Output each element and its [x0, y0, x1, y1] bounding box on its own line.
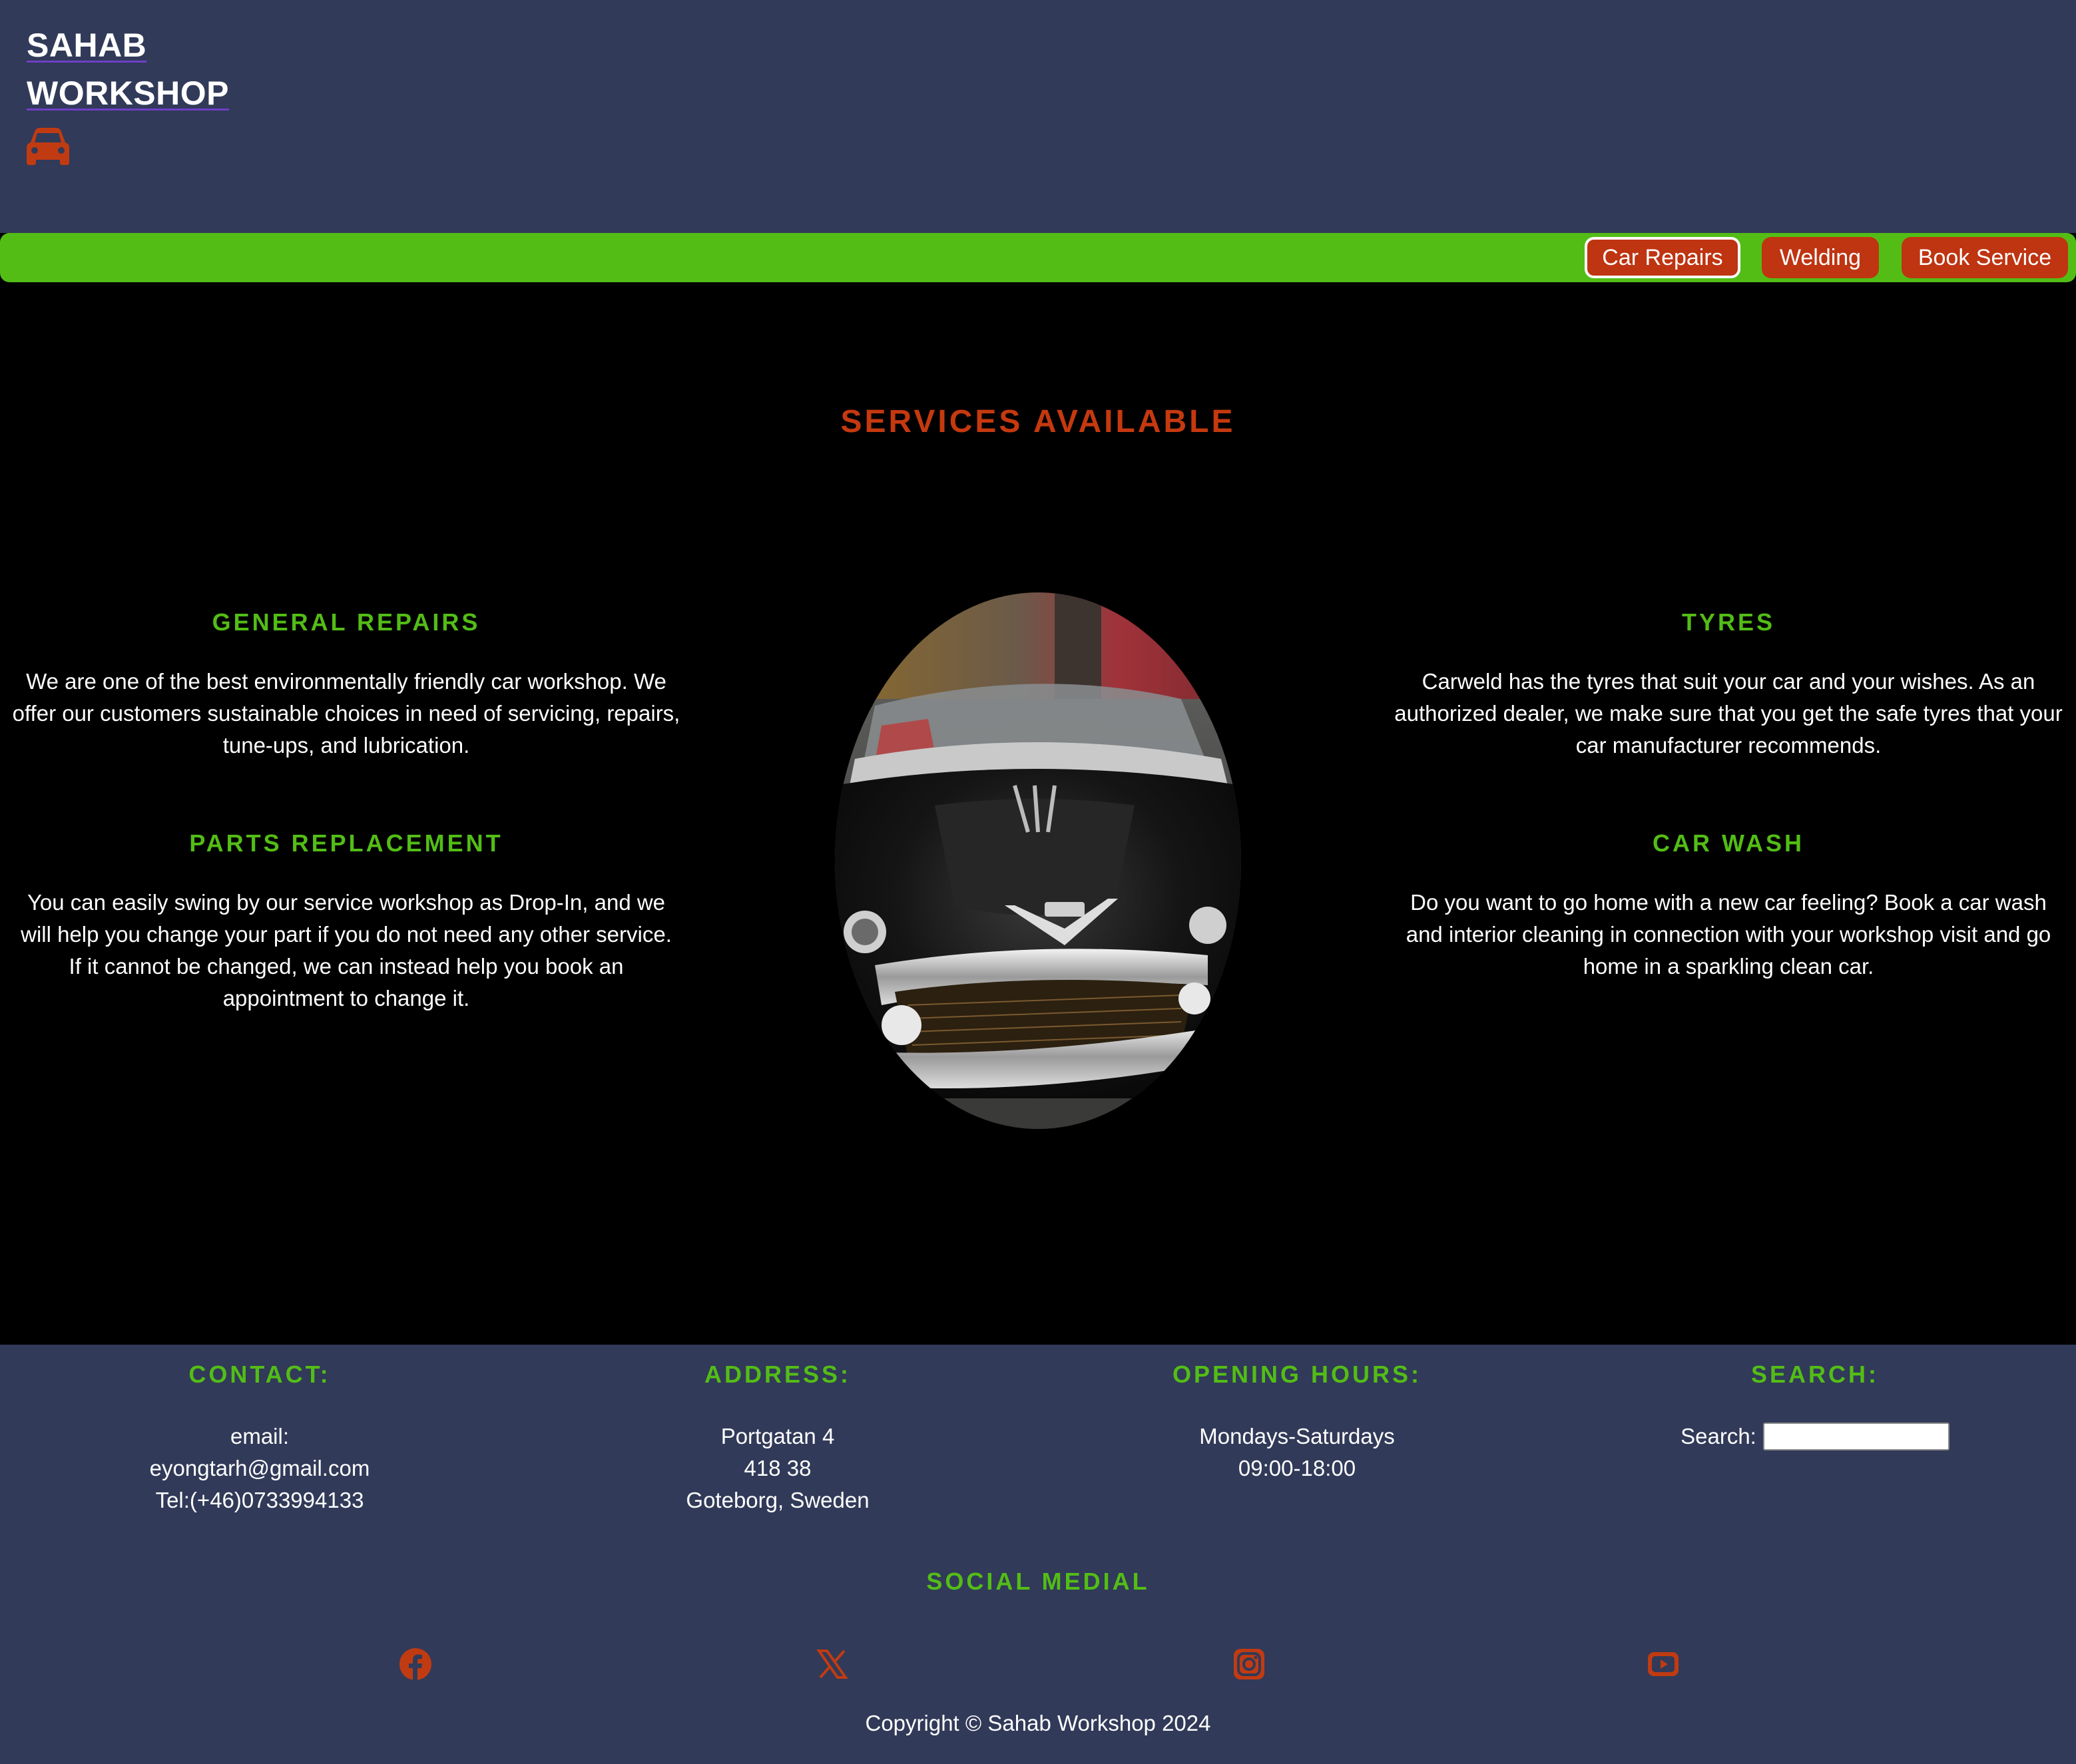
services-title: SERVICES AVAILABLE [840, 404, 1236, 439]
service-car-wash: CAR WASH Do you want to go home with a n… [1394, 829, 2063, 983]
nav-book-service-button[interactable]: Book Service [1902, 237, 2068, 278]
service-heading: TYRES [1681, 608, 1776, 636]
service-description: Do you want to go home with a new car fe… [1406, 890, 2051, 979]
youtube-icon[interactable] [1646, 1647, 1681, 1681]
services-section: SERVICES AVAILABLE GENERAL REPAIRS We ar… [0, 282, 2076, 1345]
contact-email-label: email: [230, 1424, 290, 1448]
car-icon [27, 128, 69, 165]
nav-car-repairs-button[interactable]: Car Repairs [1585, 237, 1740, 278]
site-footer: CONTACT: email: eyongtarh@gmail.com Tel:… [0, 1345, 2076, 1764]
brand-title[interactable]: SAHAB WORKSHOP [27, 21, 229, 117]
address-column: ADDRESS: Portgatan 4 418 38 Goteborg, Sw… [545, 1361, 1011, 1516]
address-postcode: 418 38 [744, 1456, 812, 1480]
service-heading: GENERAL REPAIRS [212, 608, 481, 636]
address-street: Portgatan 4 [720, 1424, 835, 1448]
service-description: You can easily swing by our service work… [21, 890, 672, 1010]
facebook-icon[interactable] [398, 1647, 433, 1681]
site-header: SAHAB WORKSHOP Car Repairs Welding Book … [0, 0, 2076, 282]
opening-times: 09:00-18:00 [1238, 1456, 1356, 1480]
service-general-repairs: GENERAL REPAIRS We are one of the best e… [12, 608, 680, 762]
opening-hours-column: OPENING HOURS: Mondays-Saturdays 09:00-1… [1064, 1361, 1530, 1484]
contact-phone[interactable]: Tel:(+46)0733994133 [27, 1484, 493, 1516]
address-city: Goteborg, Sweden [686, 1488, 870, 1512]
service-heading: CAR WASH [1653, 829, 1804, 857]
brand-line-2[interactable]: WORKSHOP [27, 69, 229, 117]
service-description: We are one of the best environmentally f… [12, 669, 680, 758]
service-heading: PARTS REPLACEMENT [189, 829, 503, 857]
service-parts-replacement: PARTS REPLACEMENT You can easily swing b… [12, 829, 680, 1014]
contact-heading: CONTACT: [188, 1361, 331, 1388]
car-photo [835, 592, 1241, 1129]
service-description: Carweld has the tyres that suit your car… [1394, 669, 2063, 758]
search-column: SEARCH: Search: [1582, 1361, 2048, 1452]
search-heading: SEARCH: [1750, 1361, 1879, 1388]
search-label: Search: [1681, 1424, 1756, 1448]
classic-car-image [835, 592, 1241, 1129]
service-tyres: TYRES Carweld has the tyres that suit yo… [1394, 608, 2063, 762]
address-heading: ADDRESS: [704, 1361, 851, 1388]
social-media-title: SOCIAL MEDIAL [926, 1568, 1150, 1595]
opening-hours-heading: OPENING HOURS: [1172, 1361, 1422, 1388]
contact-column: CONTACT: email: eyongtarh@gmail.com Tel:… [27, 1361, 493, 1516]
search-input[interactable] [1762, 1423, 1949, 1450]
main-navbar: Car Repairs Welding Book Service [0, 233, 2076, 282]
copyright-text: Copyright © Sahab Workshop 2024 [865, 1711, 1211, 1735]
instagram-icon[interactable] [1232, 1647, 1266, 1681]
x-icon[interactable] [815, 1647, 850, 1681]
brand-line-1[interactable]: SAHAB [27, 21, 229, 69]
opening-days: Mondays-Saturdays [1199, 1424, 1395, 1448]
contact-email[interactable]: eyongtarh@gmail.com [27, 1452, 493, 1484]
nav-welding-button[interactable]: Welding [1762, 237, 1879, 278]
